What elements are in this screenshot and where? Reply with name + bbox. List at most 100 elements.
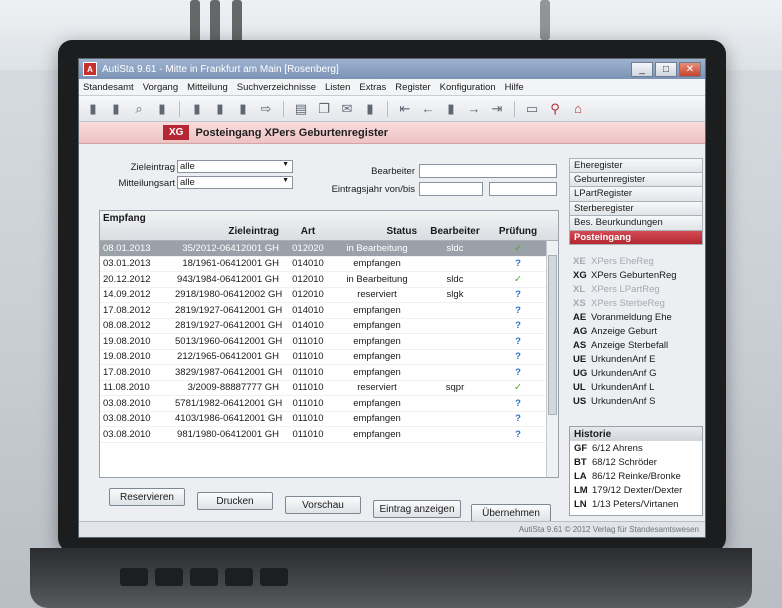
menu-item-suchverzeichnisse[interactable]: Suchverzeichnisse bbox=[237, 82, 316, 93]
save-icon[interactable]: ▮ bbox=[362, 101, 378, 117]
copy-icon[interactable]: ❐ bbox=[316, 101, 332, 117]
historie-item[interactable]: BT 68/12 Schröder bbox=[570, 455, 702, 469]
check-icon: ✓ bbox=[514, 382, 522, 394]
register-item-us[interactable]: US UrkundenAnf S bbox=[569, 394, 703, 408]
menu-item-mitteilung[interactable]: Mitteilung bbox=[187, 82, 228, 93]
cell-status: in Bearbeitung bbox=[346, 273, 408, 285]
app-logo-icon: A bbox=[83, 62, 97, 76]
bearbeiter-input[interactable] bbox=[419, 164, 557, 178]
table-row[interactable]: 08.08.2012 2819/1927-06412001 GH 014010 emp… bbox=[100, 319, 558, 334]
register-item-ae[interactable]: AE Voranmeldung Ehe bbox=[569, 310, 703, 324]
table-row[interactable]: 03.01.2013 18/1961-06412001 GH 014010 empfa… bbox=[100, 257, 558, 272]
menu-item-extras[interactable]: Extras bbox=[359, 82, 386, 93]
clipboard-icon[interactable]: ▭ bbox=[524, 101, 540, 117]
column-header-pruefung[interactable]: Prüfung bbox=[490, 211, 546, 240]
cell-pruefung: ? bbox=[490, 320, 546, 331]
cell-ziel: 943/1984-06412001 GH bbox=[177, 273, 279, 285]
home-icon[interactable]: ⌂ bbox=[570, 101, 586, 117]
table-row[interactable]: 17.08.2010 3829/1987-06412001 GH 011010 emp… bbox=[100, 365, 558, 381]
maximize-button[interactable]: □ bbox=[655, 61, 677, 77]
register-item-xe[interactable]: XE XPers EheReg bbox=[569, 254, 703, 268]
historie-item[interactable]: LM 179/12 Dexter/Dexter bbox=[570, 483, 702, 497]
close-button[interactable]: ✕ bbox=[679, 61, 701, 77]
register-item-ag[interactable]: AG Anzeige Geburt bbox=[569, 324, 703, 338]
register-item-ug[interactable]: UG UrkundenAnf G bbox=[569, 366, 703, 380]
nav-item-eheregister[interactable]: Eheregister bbox=[569, 158, 703, 173]
file-icon[interactable]: ▮ bbox=[85, 101, 101, 117]
register-label: Voranmeldung Ehe bbox=[591, 311, 672, 323]
uebernehmen-button[interactable]: Übernehmen bbox=[471, 504, 551, 522]
register-icon[interactable]: ▮ bbox=[189, 101, 205, 117]
mitteilungsart-value: alle bbox=[180, 177, 195, 188]
print-icon[interactable]: ▤ bbox=[293, 101, 309, 117]
minimize-button[interactable]: _ bbox=[631, 61, 653, 77]
cell-pruefung: ? bbox=[490, 429, 546, 440]
register-item-ul[interactable]: UL UrkundenAnf L bbox=[569, 380, 703, 394]
previous-record-icon[interactable]: ← bbox=[420, 101, 436, 117]
nav-item-bes-beurkundungen[interactable]: Bes. Beurkundungen bbox=[569, 216, 703, 231]
historie-item[interactable]: LN 1/13 Peters/Virtanen bbox=[570, 497, 702, 511]
register-icon[interactable]: ▮ bbox=[235, 101, 251, 117]
table-row[interactable]: 19.08.2010 212/1965-06412001 GH 011010 empf… bbox=[100, 350, 558, 365]
historie-item[interactable]: LA 86/12 Reinke/Bronke bbox=[570, 469, 702, 483]
title-bar[interactable]: A AutiSta 9.61 - Mitte in Frankfurt am M… bbox=[79, 59, 705, 79]
eintragsjahr-von-input[interactable] bbox=[419, 182, 483, 196]
column-header-empfang[interactable]: Empfang bbox=[100, 211, 172, 240]
menu-item-listen[interactable]: Listen bbox=[325, 82, 350, 93]
last-record-icon[interactable]: ⇥ bbox=[489, 101, 505, 117]
table-scrollbar[interactable] bbox=[546, 241, 558, 477]
register-item-as[interactable]: AS Anzeige Sterbefall bbox=[569, 338, 703, 352]
menu-item-standesamt[interactable]: Standesamt bbox=[83, 82, 134, 93]
table-row[interactable]: 08.01.2013 35/2012-06412001 GH 012020 in Be… bbox=[100, 241, 558, 257]
eintragsjahr-bis-input[interactable] bbox=[489, 182, 557, 196]
table-row[interactable]: 20.12.2012 943/1984-06412001 GH 012010 in B… bbox=[100, 272, 558, 288]
cell-bearb: slgk bbox=[446, 289, 464, 301]
nav-item-lpartregister[interactable]: LPartRegister bbox=[569, 187, 703, 202]
reservieren-button[interactable]: Reservieren bbox=[109, 488, 185, 506]
first-record-icon[interactable]: ⇤ bbox=[397, 101, 413, 117]
next-record-icon[interactable]: → bbox=[466, 101, 482, 117]
vorschau-button[interactable]: Vorschau bbox=[285, 496, 361, 514]
scrollbar-thumb[interactable] bbox=[548, 255, 557, 415]
search-icon[interactable]: ⌕ bbox=[131, 101, 147, 117]
table-row[interactable]: 03.08.2010 981/1980-06412001 GH 011010 empf… bbox=[100, 427, 558, 443]
record-icon[interactable]: ▮ bbox=[443, 101, 459, 117]
table-row[interactable]: 03.08.2010 5781/1982-06412001 GH 011010 emp… bbox=[100, 396, 558, 412]
mitteilungsart-select[interactable]: alle ▼ bbox=[177, 176, 293, 189]
menu-item-register[interactable]: Register bbox=[395, 82, 430, 93]
table-row[interactable]: 03.08.2010 4103/1986-06412001 GH 011010 emp… bbox=[100, 412, 558, 427]
column-header-zieleintrag[interactable]: Zieleintrag bbox=[172, 211, 282, 240]
drucken-button[interactable]: Drucken bbox=[197, 492, 273, 510]
register-item-ue[interactable]: UE UrkundenAnf E bbox=[569, 352, 703, 366]
search-people-icon[interactable]: ⚲ bbox=[547, 101, 563, 117]
nav-item-geburtenregister[interactable]: Geburtenregister bbox=[569, 172, 703, 187]
nav-item-posteingang[interactable]: Posteingang bbox=[569, 230, 703, 245]
menu-item-hilfe[interactable]: Hilfe bbox=[505, 82, 524, 93]
table-row[interactable]: 14.09.2012 2918/1980-06412002 GH 012010 res… bbox=[100, 288, 558, 303]
document-icon[interactable]: ▮ bbox=[154, 101, 170, 117]
table-row[interactable]: 19.08.2010 5013/1960-06412001 GH 011010 emp… bbox=[100, 334, 558, 350]
window-title: AutiSta 9.61 - Mitte in Frankfurt am Mai… bbox=[102, 63, 339, 75]
nav-item-sterberegister[interactable]: Sterberegister bbox=[569, 201, 703, 216]
export-icon[interactable]: ⇨ bbox=[258, 101, 274, 117]
register-icon[interactable]: ▮ bbox=[212, 101, 228, 117]
historie-item[interactable]: GF 6/12 Ahrens bbox=[570, 441, 702, 455]
register-item-xl[interactable]: XL XPers LPartReg bbox=[569, 282, 703, 296]
menu-item-vorgang[interactable]: Vorgang bbox=[143, 82, 178, 93]
stamp-icon[interactable]: ✉ bbox=[339, 101, 355, 117]
table-row[interactable]: 11.08.2010 3/2009-88887777 GH 011010 reserv… bbox=[100, 381, 558, 396]
cell-status: reserviert bbox=[357, 382, 397, 394]
register-item-xg[interactable]: XG XPers GeburtenReg bbox=[569, 268, 703, 282]
menu-item-konfiguration[interactable]: Konfiguration bbox=[440, 82, 496, 93]
column-header-status[interactable]: Status bbox=[334, 211, 420, 240]
book-icon[interactable]: ▮ bbox=[108, 101, 124, 117]
register-item-xs[interactable]: XS XPers SterbeReg bbox=[569, 296, 703, 310]
zieleintrag-value: alle bbox=[180, 161, 195, 172]
cell-status: empfangen bbox=[353, 397, 401, 409]
column-header-art[interactable]: Art bbox=[282, 211, 334, 240]
zieleintrag-select[interactable]: alle ▼ bbox=[177, 160, 293, 173]
question-icon: ? bbox=[515, 320, 521, 332]
column-header-bearbeiter[interactable]: Bearbeiter bbox=[420, 211, 490, 240]
eintrag-anzeigen-button[interactable]: Eintrag anzeigen bbox=[373, 500, 461, 518]
table-row[interactable]: 17.08.2012 2819/1927-06412001 GH 014010 emp… bbox=[100, 303, 558, 319]
